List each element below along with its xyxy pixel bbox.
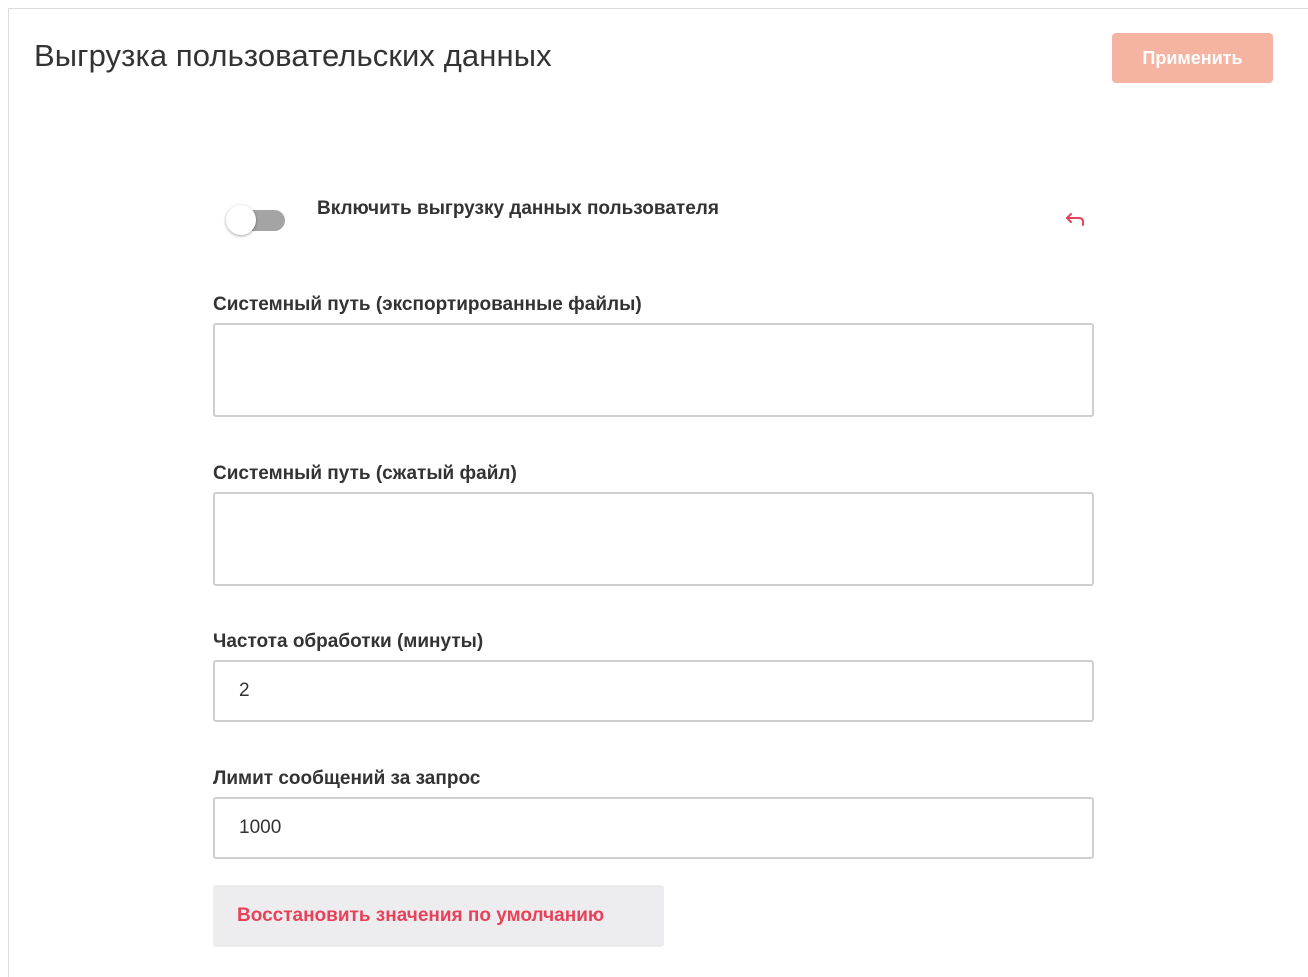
export-path-input[interactable] <box>213 323 1094 417</box>
frequency-input[interactable] <box>213 660 1094 722</box>
export-toggle[interactable] <box>226 205 286 235</box>
archive-path-label: Системный путь (сжатый файл) <box>213 463 517 484</box>
undo-arrow-icon[interactable] <box>1064 210 1086 230</box>
message-limit-label: Лимит сообщений за запрос <box>213 768 481 789</box>
archive-path-input[interactable] <box>213 492 1094 586</box>
page-title: Выгрузка пользовательских данных <box>34 38 552 73</box>
export-path-label: Системный путь (экспортированные файлы) <box>213 294 642 315</box>
toggle-thumb <box>226 205 256 235</box>
message-limit-input[interactable] <box>213 797 1094 859</box>
reset-defaults-button[interactable]: Восстановить значения по умолчанию <box>213 885 664 947</box>
apply-button[interactable]: Применить <box>1112 33 1273 83</box>
toggle-label: Включить выгрузку данных пользователя <box>317 198 719 219</box>
frequency-label: Частота обработки (минуты) <box>213 631 484 652</box>
